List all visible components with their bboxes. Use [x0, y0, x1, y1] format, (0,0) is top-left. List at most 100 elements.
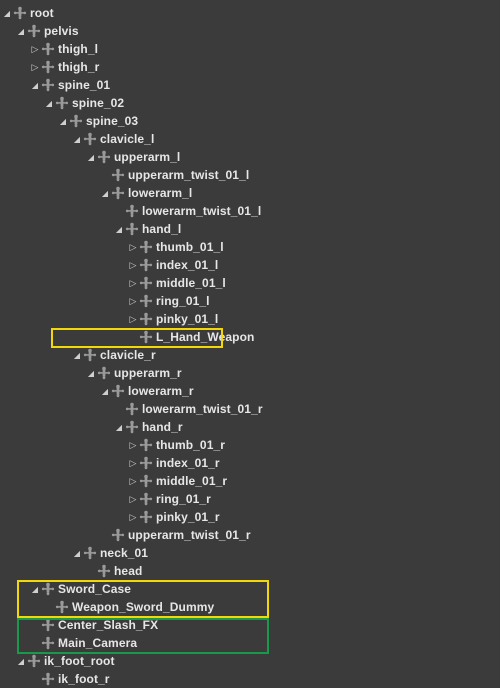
- tree-row[interactable]: ◢clavicle_r: [2, 346, 498, 364]
- bone-icon: [111, 168, 125, 182]
- expand-arrow-none: ◢: [100, 170, 110, 181]
- tree-row[interactable]: ◢spine_02: [2, 94, 498, 112]
- expand-arrow-down-icon[interactable]: ◢: [2, 9, 12, 18]
- tree-row[interactable]: ◢Main_Camera: [2, 634, 498, 652]
- expand-arrow-none: ◢: [30, 638, 40, 649]
- tree-row[interactable]: ◢lowerarm_twist_01_r: [2, 400, 498, 418]
- bone-label: index_01_l: [156, 258, 218, 272]
- bone-icon: [139, 258, 153, 272]
- bone-icon: [13, 6, 27, 20]
- tree-row[interactable]: ◢upperarm_twist_01_l: [2, 166, 498, 184]
- bone-label: thigh_r: [58, 60, 99, 74]
- expand-arrow-down-icon[interactable]: ◢: [44, 99, 54, 108]
- tree-row[interactable]: ◢neck_01: [2, 544, 498, 562]
- bone-icon: [41, 42, 55, 56]
- tree-row[interactable]: ◢Weapon_Sword_Dummy: [2, 598, 498, 616]
- tree-row[interactable]: ◢ lowerarm_r: [2, 382, 498, 400]
- tree-row[interactable]: ◢ik_foot_r: [2, 670, 498, 688]
- bone-icon: [41, 60, 55, 74]
- tree-row[interactable]: ◢ pelvis: [2, 22, 498, 40]
- expand-arrow-none: ◢: [114, 206, 124, 217]
- expand-arrow-down-icon[interactable]: ◢: [100, 387, 110, 396]
- tree-row[interactable]: ◢ hand_r: [2, 418, 498, 436]
- tree-row[interactable]: ▷ ring_01_r: [2, 490, 498, 508]
- bone-tree[interactable]: ◢root◢pelvis▷thigh_l▷thigh_r◢spine_01◢sp…: [0, 0, 500, 688]
- tree-row[interactable]: ◢ik_foot_root: [2, 652, 498, 670]
- expand-arrow-down-icon[interactable]: ◢: [86, 153, 96, 162]
- tree-row[interactable]: ◢upperarm_l: [2, 148, 498, 166]
- expand-arrow-right-icon[interactable]: ▷: [128, 512, 138, 523]
- tree-row[interactable]: ▷ middle_01_l: [2, 274, 498, 292]
- tree-row[interactable]: ▷pinky_01_r: [2, 508, 498, 526]
- bone-icon: [97, 150, 111, 164]
- tree-row[interactable]: ◢spine_03: [2, 112, 498, 130]
- expand-arrow-right-icon[interactable]: ▷: [128, 278, 138, 289]
- tree-row[interactable]: ◢Sword_Case: [2, 580, 498, 598]
- expand-arrow-down-icon[interactable]: ◢: [72, 351, 82, 360]
- expand-arrow-right-icon[interactable]: ▷: [128, 458, 138, 469]
- expand-arrow-right-icon[interactable]: ▷: [128, 242, 138, 253]
- bone-label: lowerarm_l: [128, 186, 192, 200]
- tree-row[interactable]: ▷thumb_01_r: [2, 436, 498, 454]
- tree-row[interactable]: ▷ index_01_r: [2, 454, 498, 472]
- expand-arrow-down-icon[interactable]: ◢: [100, 189, 110, 198]
- expand-arrow-right-icon[interactable]: ▷: [30, 44, 40, 55]
- bone-label: clavicle_l: [100, 132, 154, 146]
- bone-label: root: [30, 6, 54, 20]
- tree-row[interactable]: ◢lowerarm_twist_01_l: [2, 202, 498, 220]
- tree-row[interactable]: ◢hand_l: [2, 220, 498, 238]
- tree-row[interactable]: ▷middle_01_r: [2, 472, 498, 490]
- tree-row[interactable]: ▷ thigh_r: [2, 58, 498, 76]
- expand-arrow-none: ◢: [86, 566, 96, 577]
- bone-label: hand_r: [142, 420, 183, 434]
- expand-arrow-right-icon[interactable]: ▷: [30, 62, 40, 73]
- expand-arrow-down-icon[interactable]: ◢: [58, 117, 68, 126]
- tree-row[interactable]: ▷ring_01_l: [2, 292, 498, 310]
- bone-label: index_01_r: [156, 456, 220, 470]
- tree-row[interactable]: ▷ index_01_l: [2, 256, 498, 274]
- expand-arrow-down-icon[interactable]: ◢: [16, 27, 26, 36]
- tree-row[interactable]: ◢upperarm_r: [2, 364, 498, 382]
- bone-label: Center_Slash_FX: [58, 618, 158, 632]
- expand-arrow-right-icon[interactable]: ▷: [128, 314, 138, 325]
- expand-arrow-right-icon[interactable]: ▷: [128, 476, 138, 487]
- expand-arrow-down-icon[interactable]: ◢: [16, 657, 26, 666]
- bone-label: lowerarm_twist_01_r: [142, 402, 263, 416]
- tree-row[interactable]: ◢ clavicle_l: [2, 130, 498, 148]
- bone-label: ring_01_r: [156, 492, 211, 506]
- expand-arrow-right-icon[interactable]: ▷: [128, 260, 138, 271]
- expand-arrow-none: ◢: [44, 602, 54, 613]
- tree-row[interactable]: ▷ thumb_01_l: [2, 238, 498, 256]
- bone-icon: [139, 456, 153, 470]
- bone-label: L_Hand_Weapon: [156, 330, 254, 344]
- expand-arrow-right-icon[interactable]: ▷: [128, 296, 138, 307]
- bone-label: thumb_01_l: [156, 240, 224, 254]
- bone-label: pelvis: [44, 24, 79, 38]
- expand-arrow-down-icon[interactable]: ◢: [114, 225, 124, 234]
- expand-arrow-down-icon[interactable]: ◢: [72, 549, 82, 558]
- tree-row[interactable]: ▷pinky_01_l: [2, 310, 498, 328]
- bone-label: middle_01_l: [156, 276, 226, 290]
- expand-arrow-down-icon[interactable]: ◢: [30, 81, 40, 90]
- expand-arrow-right-icon[interactable]: ▷: [128, 440, 138, 451]
- expand-arrow-none: ◢: [100, 530, 110, 541]
- expand-arrow-down-icon[interactable]: ◢: [86, 369, 96, 378]
- tree-row[interactable]: ◢head: [2, 562, 498, 580]
- tree-row[interactable]: ▷thigh_l: [2, 40, 498, 58]
- expand-arrow-right-icon[interactable]: ▷: [128, 494, 138, 505]
- bone-icon: [55, 600, 69, 614]
- bone-icon: [83, 546, 97, 560]
- tree-row[interactable]: ◢L_Hand_Weapon: [2, 328, 498, 346]
- expand-arrow-none: ◢: [30, 674, 40, 685]
- bone-label: lowerarm_r: [128, 384, 194, 398]
- expand-arrow-down-icon[interactable]: ◢: [30, 585, 40, 594]
- bone-icon: [139, 474, 153, 488]
- tree-row[interactable]: ◢spine_01: [2, 76, 498, 94]
- tree-row[interactable]: ◢ lowerarm_l: [2, 184, 498, 202]
- tree-row[interactable]: ◢Center_Slash_FX: [2, 616, 498, 634]
- bone-icon: [111, 384, 125, 398]
- expand-arrow-down-icon[interactable]: ◢: [72, 135, 82, 144]
- tree-row[interactable]: ◢ root: [2, 4, 498, 22]
- tree-row[interactable]: ◢upperarm_twist_01_r: [2, 526, 498, 544]
- expand-arrow-down-icon[interactable]: ◢: [114, 423, 124, 432]
